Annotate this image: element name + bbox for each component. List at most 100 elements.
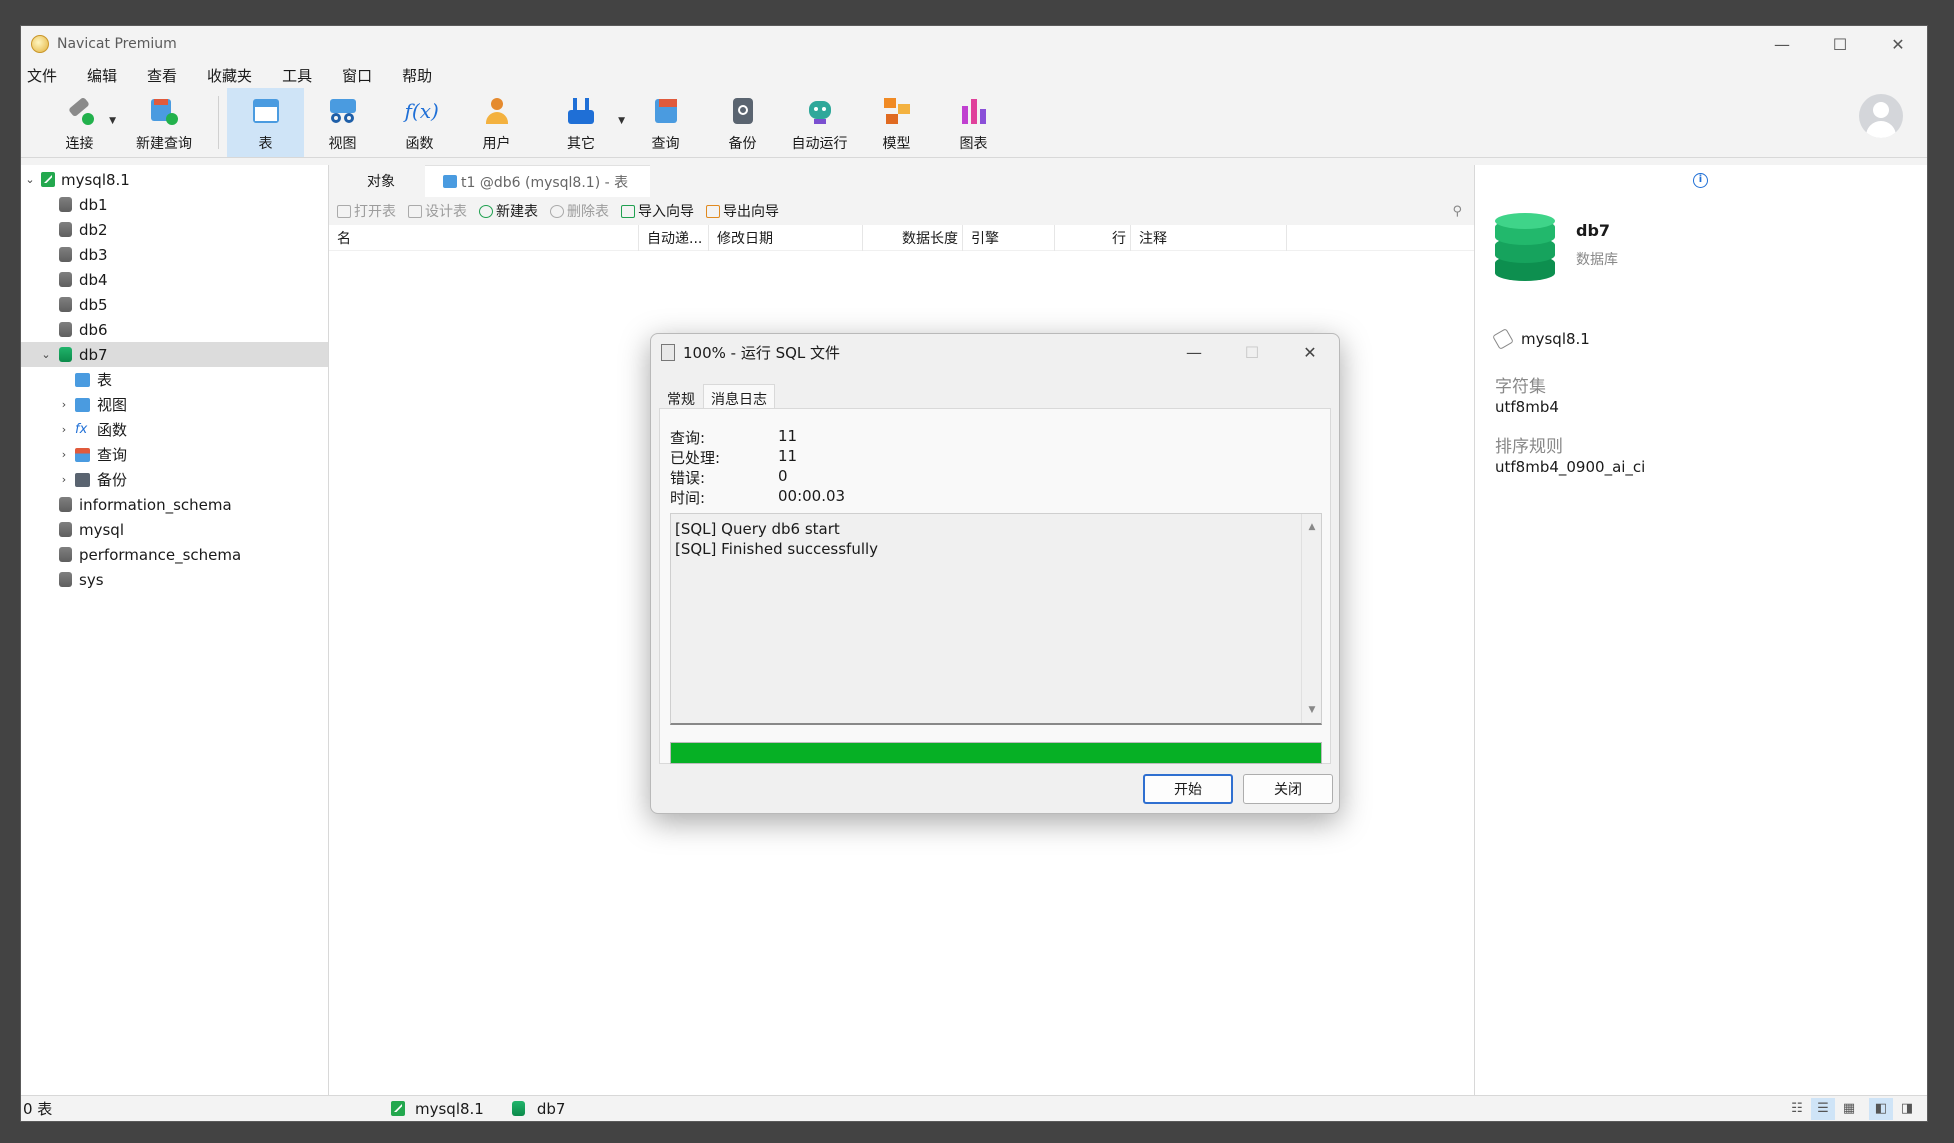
import-wizard-button[interactable]: 导入向导 bbox=[621, 201, 694, 221]
menu-edit[interactable]: 编辑 bbox=[87, 65, 137, 86]
tree-item-backups[interactable]: › 备份 bbox=[21, 467, 328, 492]
left-panel-icon[interactable]: ◧ bbox=[1869, 1097, 1893, 1120]
plug-icon bbox=[65, 96, 95, 126]
navicat-logo-icon bbox=[31, 35, 49, 53]
chevron-right-icon[interactable]: › bbox=[57, 473, 71, 486]
tree-db[interactable]: db2 bbox=[21, 217, 328, 242]
log-line: [SQL] Finished successfully bbox=[675, 540, 879, 558]
backup-button[interactable]: 备份 bbox=[704, 88, 781, 157]
function-icon: fx bbox=[75, 421, 88, 437]
menu-view[interactable]: 查看 bbox=[147, 65, 197, 86]
close-icon[interactable]: ✕ bbox=[1869, 26, 1927, 62]
other-dropdown-icon[interactable]: ▼ bbox=[618, 116, 625, 126]
chart-button[interactable]: 图表 bbox=[935, 88, 1012, 157]
close-icon[interactable]: ✕ bbox=[1281, 343, 1339, 362]
tree-connection[interactable]: ⌄ mysql8.1 bbox=[21, 167, 328, 192]
scroll-up-icon[interactable]: ▲ bbox=[1302, 517, 1322, 537]
tree-db[interactable]: db6 bbox=[21, 317, 328, 342]
tree-db-selected[interactable]: ⌄ db7 bbox=[21, 342, 328, 367]
backup-icon bbox=[75, 472, 90, 487]
start-button[interactable]: 开始 bbox=[1143, 774, 1233, 804]
user-icon bbox=[482, 96, 512, 126]
new-table-button[interactable]: 新建表 bbox=[479, 201, 538, 221]
toolbar-separator bbox=[218, 96, 219, 149]
open-table-button[interactable]: 打开表 bbox=[337, 201, 396, 221]
menu-window[interactable]: 窗口 bbox=[342, 65, 392, 86]
col-engine[interactable]: 引擎 bbox=[963, 224, 1055, 251]
function-button[interactable]: f(x) 函数 bbox=[381, 88, 458, 157]
tree-db[interactable]: performance_schema bbox=[21, 542, 328, 567]
db-name: db7 bbox=[1576, 221, 1611, 240]
menu-bar: 文件 编辑 查看 收藏夹 工具 窗口 帮助 bbox=[21, 62, 1927, 88]
menu-file[interactable]: 文件 bbox=[27, 65, 77, 86]
detail-view-icon[interactable]: ☰ bbox=[1811, 1097, 1835, 1120]
tree-item-tables[interactable]: 表 bbox=[21, 367, 328, 392]
list-view-icon[interactable]: ☷ bbox=[1785, 1098, 1809, 1120]
menu-help[interactable]: 帮助 bbox=[402, 65, 452, 86]
other-button[interactable]: 其它 ▼ bbox=[535, 88, 627, 157]
menu-tools[interactable]: 工具 bbox=[282, 65, 332, 86]
database-large-icon bbox=[1495, 213, 1555, 281]
tree-db[interactable]: db5 bbox=[21, 292, 328, 317]
db-connection: mysql8.1 bbox=[1492, 328, 1590, 350]
info-icon[interactable]: i bbox=[1693, 173, 1708, 188]
maximize-icon[interactable]: ☐ bbox=[1811, 26, 1869, 62]
table-icon bbox=[251, 96, 281, 126]
title-bar: Navicat Premium — ☐ ✕ bbox=[21, 26, 1927, 62]
view-button[interactable]: 视图 bbox=[304, 88, 381, 157]
log-output[interactable]: [SQL] Query db6 start [SQL] Finished suc… bbox=[670, 513, 1322, 725]
tree-db[interactable]: information_schema bbox=[21, 492, 328, 517]
connect-button[interactable]: 连接 ▼ bbox=[41, 88, 118, 157]
col-auto-increment[interactable]: 自动递... bbox=[639, 224, 709, 251]
delete-table-button[interactable]: 删除表 bbox=[550, 201, 609, 221]
col-comment[interactable]: 注释 bbox=[1131, 224, 1287, 251]
minus-icon bbox=[550, 204, 564, 218]
tree-db[interactable]: db3 bbox=[21, 242, 328, 267]
view-icon bbox=[328, 96, 358, 126]
new-query-button[interactable]: 新建查询 bbox=[118, 88, 210, 157]
col-name[interactable]: 名 bbox=[329, 224, 639, 251]
search-icon[interactable]: ⚲ bbox=[1452, 204, 1462, 219]
user-button[interactable]: 用户 bbox=[458, 88, 535, 157]
status-database: db7 bbox=[511, 1100, 565, 1118]
col-modified-date[interactable]: 修改日期 bbox=[709, 224, 863, 251]
robot-icon bbox=[805, 96, 835, 126]
col-data-length[interactable]: 数据长度 bbox=[863, 224, 963, 251]
log-scrollbar[interactable]: ▲ ▼ bbox=[1301, 514, 1321, 723]
tree-item-functions[interactable]: › fx 函数 bbox=[21, 417, 328, 442]
tab-objects[interactable]: 对象 bbox=[337, 165, 425, 197]
chevron-down-icon[interactable]: ⌄ bbox=[23, 173, 37, 186]
tree-db[interactable]: mysql bbox=[21, 517, 328, 542]
design-table-button[interactable]: 设计表 bbox=[408, 201, 467, 221]
minimize-icon[interactable]: — bbox=[1753, 26, 1811, 62]
close-button[interactable]: 关闭 bbox=[1243, 774, 1333, 804]
menu-favorites[interactable]: 收藏夹 bbox=[207, 65, 272, 86]
tree-db[interactable]: sys bbox=[21, 567, 328, 592]
log-line: [SQL] Query db6 start bbox=[675, 520, 840, 538]
app-title: Navicat Premium bbox=[57, 36, 177, 52]
user-avatar[interactable] bbox=[1859, 94, 1903, 138]
tab-t1-table[interactable]: t1 @db6 (mysql8.1) - 表 bbox=[425, 165, 650, 197]
right-panel-icon[interactable]: ◨ bbox=[1895, 1098, 1919, 1120]
chevron-down-icon[interactable]: ⌄ bbox=[39, 348, 53, 361]
chevron-right-icon[interactable]: › bbox=[57, 398, 71, 411]
tree-item-views[interactable]: › 视图 bbox=[21, 392, 328, 417]
chevron-right-icon[interactable]: › bbox=[57, 423, 71, 436]
query-button[interactable]: 查询 bbox=[627, 88, 704, 157]
col-rows[interactable]: 行 bbox=[1055, 224, 1131, 251]
tree-db[interactable]: db4 bbox=[21, 267, 328, 292]
model-button[interactable]: 模型 bbox=[858, 88, 935, 157]
scroll-down-icon[interactable]: ▼ bbox=[1302, 700, 1322, 720]
minimize-icon[interactable]: — bbox=[1165, 343, 1223, 362]
auto-run-button[interactable]: 自动运行 bbox=[781, 88, 858, 157]
chevron-right-icon[interactable]: › bbox=[57, 448, 71, 461]
plus-icon bbox=[479, 204, 493, 218]
plug-icon bbox=[1492, 328, 1514, 350]
export-wizard-button[interactable]: 导出向导 bbox=[706, 201, 779, 221]
table-button[interactable]: 表 bbox=[227, 88, 304, 157]
tree-item-queries[interactable]: › 查询 bbox=[21, 442, 328, 467]
tree-db[interactable]: db1 bbox=[21, 192, 328, 217]
connect-dropdown-icon[interactable]: ▼ bbox=[109, 116, 116, 126]
grid-view-icon[interactable]: ▦ bbox=[1837, 1098, 1861, 1120]
function-icon: f(x) bbox=[404, 99, 439, 123]
